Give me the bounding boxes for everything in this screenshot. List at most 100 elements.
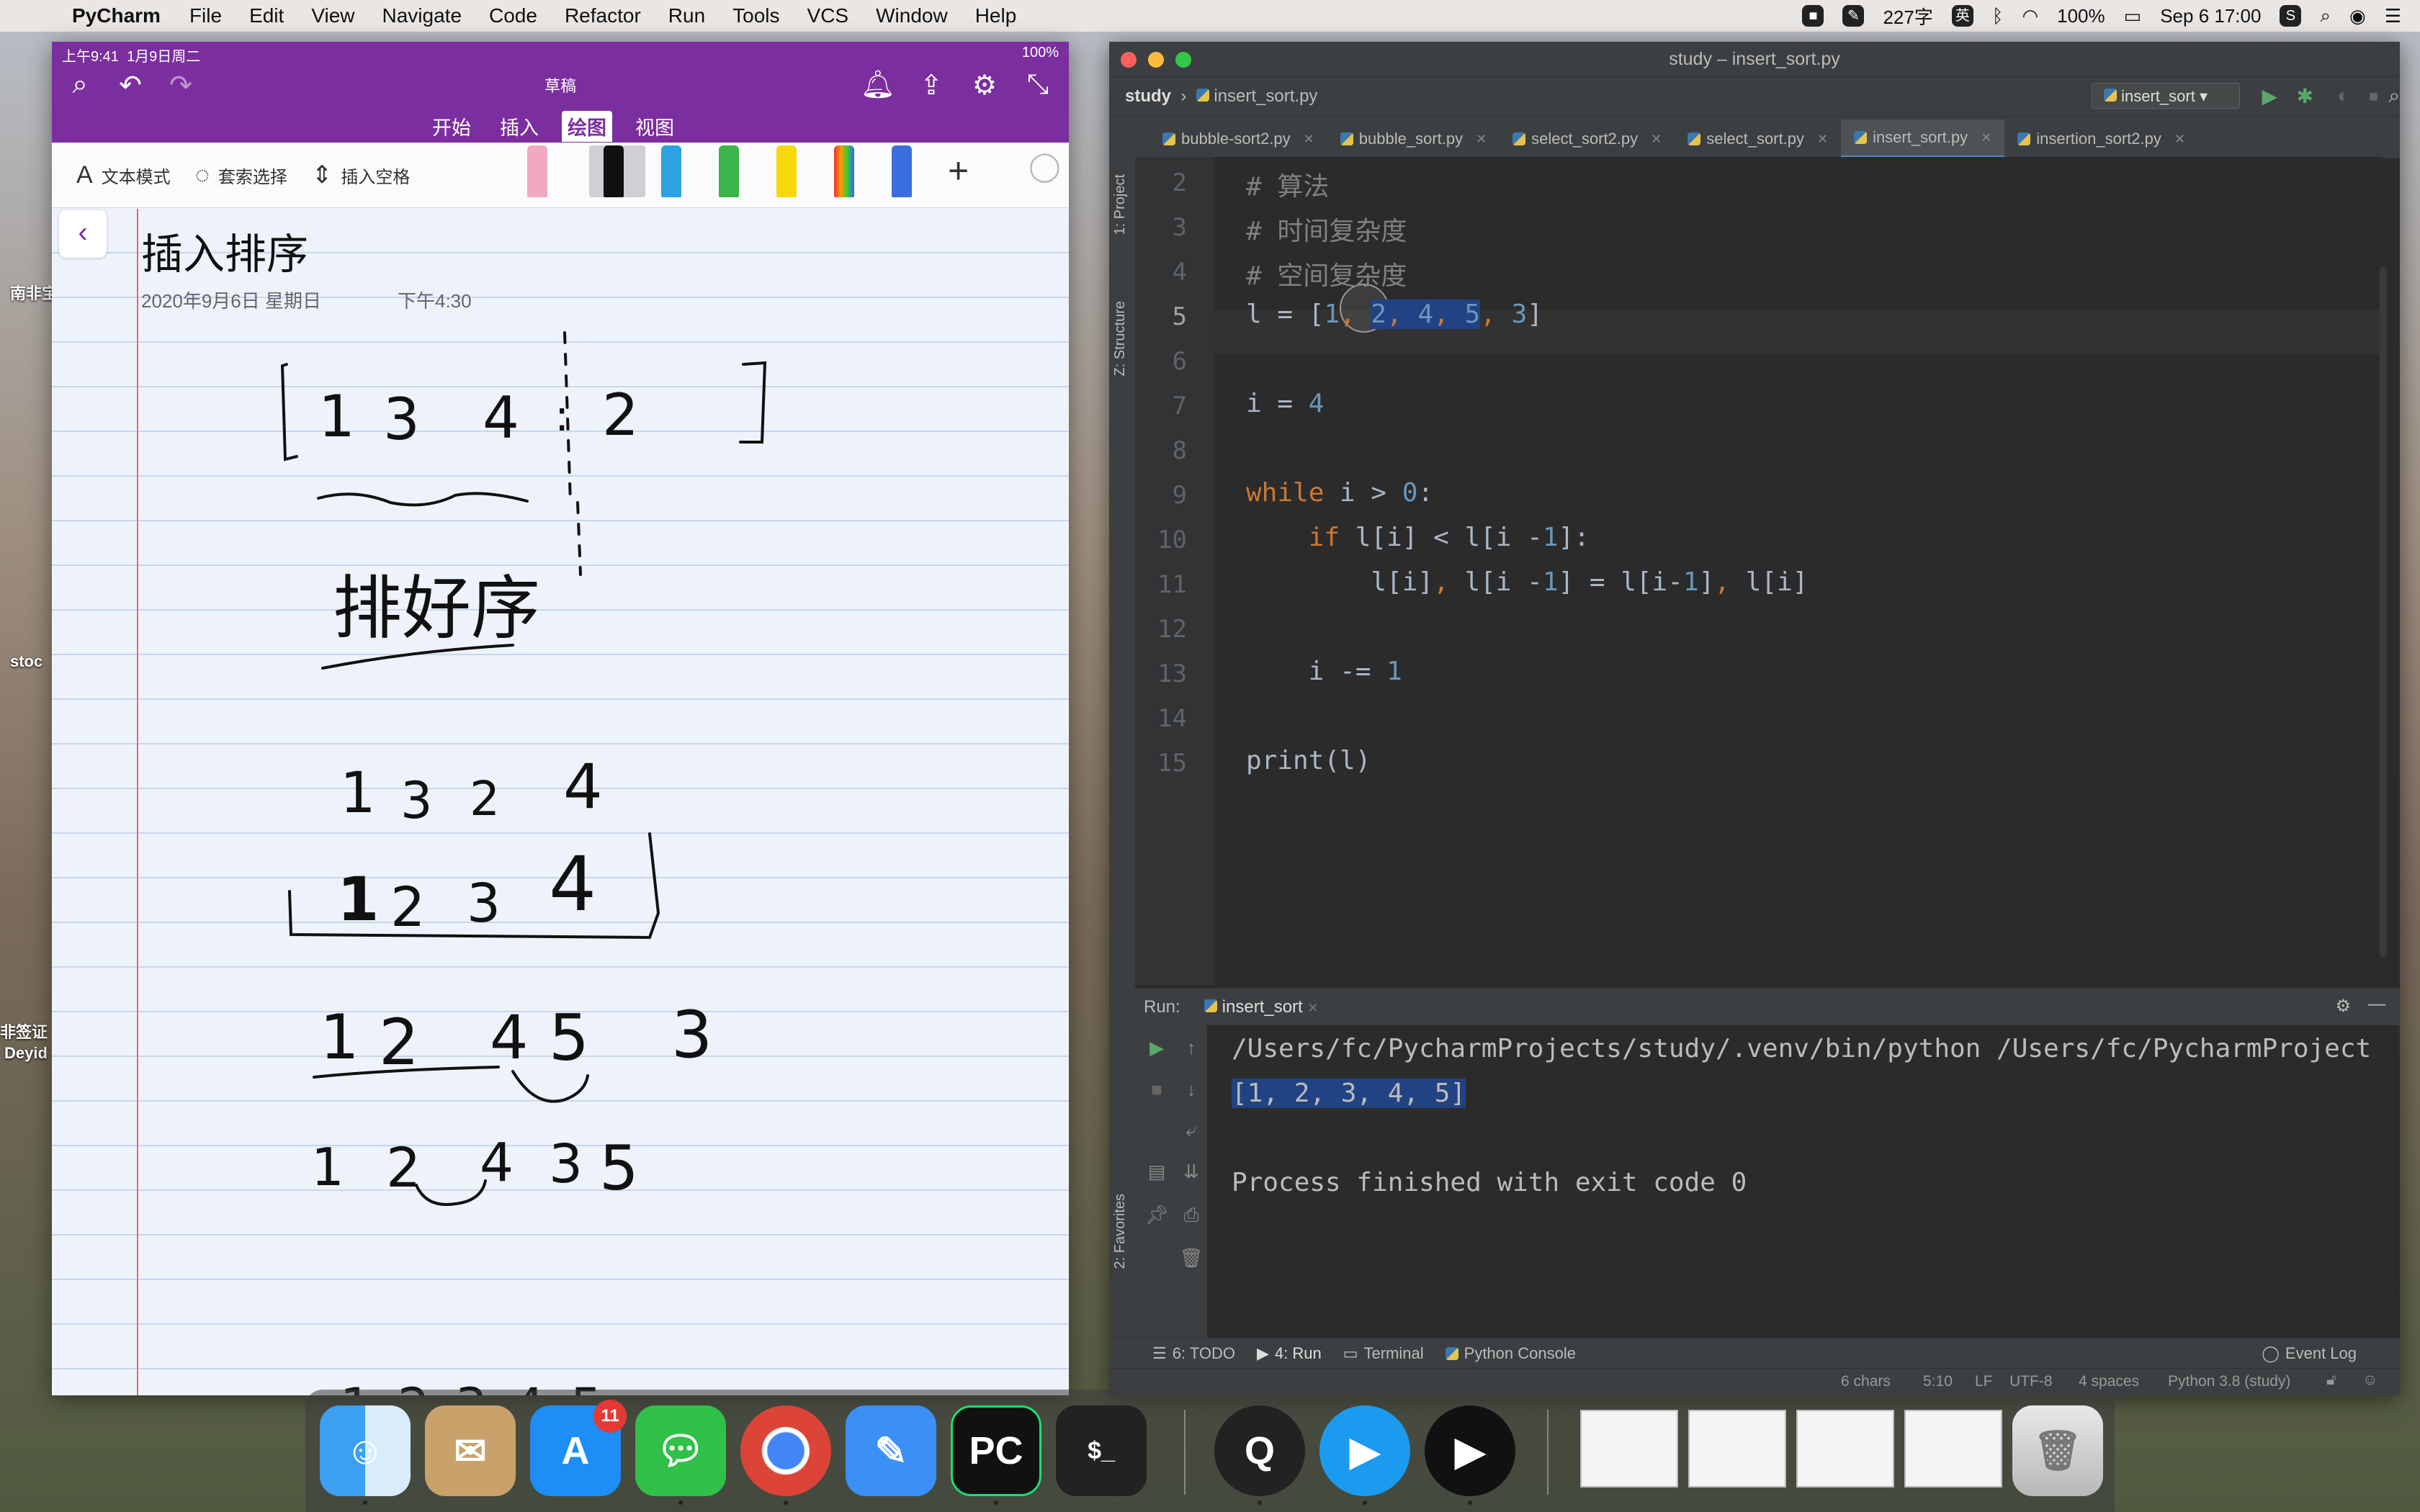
desktop-file-label[interactable]: 南非宝 bbox=[10, 281, 58, 304]
stop-record-icon[interactable]: ■ bbox=[1802, 5, 1824, 27]
code-line[interactable]: # 算法 bbox=[1246, 166, 1329, 203]
menu-tools[interactable]: Tools bbox=[732, 4, 779, 27]
menu-run[interactable]: Run bbox=[668, 4, 705, 27]
line-number[interactable]: 15 bbox=[1135, 749, 1187, 778]
run-tab[interactable]: insert_sort ✕ bbox=[1204, 997, 1318, 1017]
status-indent[interactable]: 4 spaces bbox=[2079, 1373, 2139, 1390]
up-arrow-icon[interactable]: ↑ bbox=[1177, 1037, 1206, 1059]
line-number[interactable]: 12 bbox=[1135, 615, 1187, 644]
run-icon[interactable]: ▶ bbox=[2262, 84, 2277, 108]
pycharm-icon[interactable]: PC bbox=[951, 1405, 1041, 1496]
tab-insert-sort[interactable]: insert_sort.py ✕ bbox=[1841, 120, 2005, 158]
inspector-icon[interactable]: ☺ bbox=[2362, 1372, 2378, 1389]
pin-icon[interactable]: 📌︎ bbox=[1142, 1204, 1171, 1226]
editor-scrollbar[interactable] bbox=[2380, 266, 2387, 958]
tab-select-sort[interactable]: select_sort.py ✕ bbox=[1675, 120, 1841, 158]
close-icon[interactable]: ✕ bbox=[1651, 121, 1662, 157]
status-position[interactable]: 5:10 bbox=[1923, 1373, 1953, 1390]
line-number[interactable]: 4 bbox=[1135, 258, 1187, 287]
soft-wrap-icon[interactable]: ⤶ bbox=[1177, 1119, 1206, 1142]
pages-icon[interactable]: ✎ bbox=[846, 1405, 936, 1496]
wifi-icon[interactable]: ◠ bbox=[2022, 5, 2038, 27]
python-console-tool-button[interactable]: Python Console bbox=[1445, 1344, 1576, 1363]
print-icon[interactable]: ⎙ bbox=[1177, 1204, 1206, 1227]
menu-window[interactable]: Window bbox=[876, 4, 948, 27]
infuse-icon[interactable]: ▶ bbox=[1425, 1405, 1515, 1496]
run-console[interactable]: /Users/fc/PycharmProjects/study/.venv/bi… bbox=[1207, 1025, 2400, 1381]
down-arrow-icon[interactable]: ↓ bbox=[1177, 1079, 1206, 1101]
layout-icon[interactable]: ▤ bbox=[1142, 1161, 1171, 1183]
battery-icon[interactable]: ▭ bbox=[2124, 5, 2142, 27]
project-tool-button[interactable]: 1: Project bbox=[1112, 174, 1129, 235]
app-menu[interactable]: PyCharm bbox=[72, 4, 161, 27]
gear-icon[interactable]: ⚙ bbox=[2335, 996, 2351, 1017]
menu-view[interactable]: View bbox=[311, 4, 354, 27]
tab-bubble-sort[interactable]: bubble_sort.py ✕ bbox=[1327, 120, 1500, 158]
debug-icon[interactable]: ✱ bbox=[2297, 84, 2313, 108]
coverage-icon[interactable]: ◐ bbox=[2337, 84, 2349, 107]
close-icon[interactable]: ✕ bbox=[1981, 120, 1991, 156]
desktop-file-label[interactable]: Deyid bbox=[4, 1044, 48, 1063]
status-interpreter[interactable]: Python 3.8 (study) bbox=[2168, 1373, 2290, 1390]
zoom-window-icon[interactable] bbox=[1175, 52, 1191, 68]
clock[interactable]: Sep 6 17:00 bbox=[2160, 5, 2261, 27]
status-line-separator[interactable]: LF bbox=[1975, 1373, 1993, 1390]
lock-icon[interactable]: 🔓︎ bbox=[2326, 1372, 2336, 1389]
word-count[interactable]: 227字 bbox=[1883, 3, 1932, 30]
spotlight-icon[interactable]: ⌕ bbox=[2320, 4, 2331, 27]
stop-icon[interactable]: ■ bbox=[1142, 1079, 1171, 1101]
notification-center-icon[interactable]: ☰ bbox=[2385, 5, 2401, 27]
minimized-window-thumbnail[interactable] bbox=[1688, 1410, 1786, 1488]
code-line[interactable]: # 时间复杂度 bbox=[1246, 210, 1407, 248]
menu-navigate[interactable]: Navigate bbox=[382, 4, 462, 27]
terminal-tool-button[interactable]: ▭ Terminal bbox=[1343, 1344, 1424, 1363]
breadcrumb-project[interactable]: study bbox=[1125, 86, 1171, 106]
wechat-icon[interactable]: 💬︎ bbox=[635, 1405, 726, 1496]
line-number[interactable]: 7 bbox=[1135, 392, 1187, 420]
code-line[interactable]: while i > 0: bbox=[1246, 478, 1433, 508]
favorites-tool-button[interactable]: 2: Favorites bbox=[1112, 1194, 1129, 1269]
code-line[interactable]: l[i], l[i -1] = l[i-1], l[i] bbox=[1246, 567, 1808, 597]
menu-vcs[interactable]: VCS bbox=[807, 4, 849, 27]
code-line[interactable]: print(l) bbox=[1246, 746, 1371, 775]
line-number[interactable]: 11 bbox=[1135, 570, 1187, 599]
code-line[interactable]: i = 4 bbox=[1246, 389, 1324, 418]
quicktime-icon[interactable]: Q bbox=[1214, 1405, 1305, 1496]
video-player-icon[interactable]: ▶ bbox=[1319, 1405, 1410, 1496]
sogou-icon[interactable]: S bbox=[2280, 5, 2302, 27]
code-line[interactable]: # 空间复杂度 bbox=[1246, 255, 1407, 292]
rerun-icon[interactable]: ▶ bbox=[1142, 1037, 1171, 1059]
menu-file[interactable]: File bbox=[189, 4, 222, 27]
input-method-icon[interactable]: 英 bbox=[1951, 5, 1973, 27]
minimized-window-thumbnail[interactable] bbox=[1796, 1410, 1894, 1488]
desktop-file-label[interactable]: stoc bbox=[10, 652, 42, 671]
battery-percent[interactable]: 100% bbox=[2057, 5, 2105, 27]
siri-icon[interactable]: ◉ bbox=[2349, 5, 2366, 27]
menu-code[interactable]: Code bbox=[489, 4, 537, 27]
line-number[interactable]: 13 bbox=[1135, 660, 1187, 688]
code-line[interactable]: if l[i] < l[i -1]: bbox=[1246, 523, 1590, 552]
close-icon[interactable]: ✕ bbox=[2174, 121, 2185, 157]
trash-icon[interactable]: 🗑︎ bbox=[1177, 1247, 1206, 1269]
finder-icon[interactable]: ☺ bbox=[320, 1405, 411, 1496]
line-number[interactable]: 2 bbox=[1135, 168, 1187, 197]
tab-bubble-sort2[interactable]: bubble-sort2.py ✕ bbox=[1150, 120, 1327, 158]
code-line[interactable]: l = [1, 2, 4, 5, 3] bbox=[1246, 300, 1543, 329]
minimized-window-thumbnail[interactable] bbox=[1904, 1410, 2002, 1488]
menu-refactor[interactable]: Refactor bbox=[565, 4, 641, 27]
bluetooth-icon[interactable]: ᛒ bbox=[1992, 5, 2004, 27]
tab-insertion-sort2[interactable]: insertion_sort2.py ✕ bbox=[2004, 120, 2198, 158]
desktop-file-label[interactable]: 非签证 bbox=[0, 1020, 48, 1043]
trash-icon[interactable]: 🗑︎ bbox=[2012, 1405, 2103, 1496]
search-icon[interactable]: ⌕ bbox=[2388, 84, 2400, 108]
minimize-window-icon[interactable] bbox=[1148, 52, 1164, 68]
line-number[interactable]: 3 bbox=[1135, 213, 1187, 242]
scroll-to-end-icon[interactable]: ⇊ bbox=[1177, 1161, 1206, 1183]
status-encoding[interactable]: UTF-8 bbox=[2009, 1373, 2053, 1390]
terminal-icon[interactable]: $_ bbox=[1056, 1405, 1147, 1496]
close-icon[interactable]: ✕ bbox=[1307, 1001, 1318, 1015]
close-icon[interactable]: ✕ bbox=[1817, 121, 1828, 157]
line-number[interactable]: 5 bbox=[1135, 302, 1187, 331]
menu-edit[interactable]: Edit bbox=[249, 4, 284, 27]
line-number[interactable]: 8 bbox=[1135, 436, 1187, 465]
